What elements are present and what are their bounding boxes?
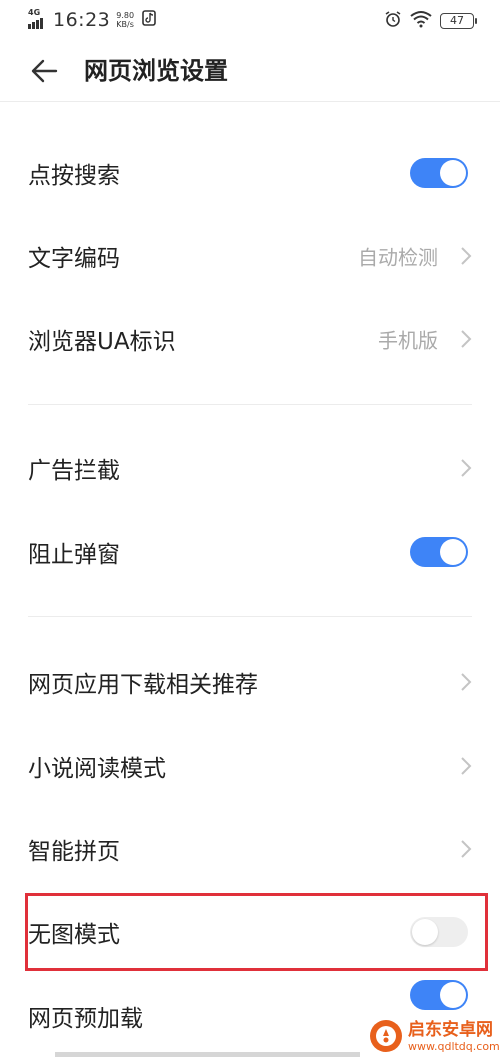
chevron-right-icon <box>460 329 472 349</box>
setting-row-novel-reading-mode[interactable]: 小说阅读模式 <box>0 724 500 808</box>
speed-value: 9.80 <box>116 11 135 20</box>
toggle-knob <box>440 982 466 1008</box>
setting-label: 小说阅读模式 <box>28 756 166 782</box>
chevron-right-icon <box>460 672 472 692</box>
wifi-icon <box>410 10 432 32</box>
network-speed: 9.80 KB/s <box>116 11 134 29</box>
setting-label: 智能拼页 <box>28 839 120 865</box>
setting-value: 自动检测 <box>358 245 438 270</box>
section-divider <box>28 404 472 405</box>
setting-value: 手机版 <box>378 328 438 353</box>
signal-icon: 4G <box>28 8 50 29</box>
chevron-right-icon <box>460 839 472 859</box>
page-preload-toggle[interactable] <box>410 980 468 1010</box>
clock: 16:23 <box>53 9 111 31</box>
back-arrow-icon[interactable] <box>28 57 60 85</box>
setting-row-ad-block[interactable]: 广告拦截 <box>0 426 500 510</box>
tiktok-notification-icon <box>142 10 156 30</box>
setting-row-ua-identifier[interactable]: 浏览器UA标识 手机版 <box>0 297 500 381</box>
setting-label: 点按搜索 <box>28 163 120 189</box>
setting-label: 网页预加载 <box>28 1006 143 1032</box>
setting-row-text-encoding[interactable]: 文字编码 自动检测 <box>0 214 500 298</box>
watermark-url: www.qdltdq.com <box>408 1039 500 1053</box>
status-bar: 4G 16:23 9.80 KB/s 47 <box>0 0 500 40</box>
bottom-bar <box>55 1052 360 1057</box>
chevron-right-icon <box>460 756 472 776</box>
setting-label: 文字编码 <box>28 246 120 272</box>
status-right: 47 <box>384 10 477 32</box>
chevron-right-icon <box>460 458 472 478</box>
watermark-text: 启东安卓网 www.qdltdq.com <box>408 1020 500 1053</box>
alarm-icon <box>384 10 402 32</box>
setting-row-app-download-recommend[interactable]: 网页应用下载相关推荐 <box>0 640 500 724</box>
setting-label: 网页应用下载相关推荐 <box>28 672 258 698</box>
toggle-knob <box>440 160 466 186</box>
page-title: 网页浏览设置 <box>84 57 228 85</box>
battery-indicator: 47 <box>440 13 477 29</box>
section-divider <box>28 616 472 617</box>
setting-label: 阻止弹窗 <box>28 542 120 568</box>
speed-unit: KB/s <box>116 20 134 29</box>
setting-label: 浏览器UA标识 <box>28 329 176 355</box>
highlight-box <box>25 893 488 971</box>
watermark-name: 启东安卓网 <box>408 1019 493 1040</box>
watermark: 启东安卓网 www.qdltdq.com <box>368 1018 500 1054</box>
setting-row-block-popups[interactable]: 阻止弹窗 <box>0 510 500 594</box>
watermark-logo-icon <box>368 1018 404 1054</box>
status-left: 4G 16:23 9.80 KB/s <box>28 9 156 31</box>
app-bar: 网页浏览设置 <box>0 40 500 102</box>
toggle-knob <box>440 539 466 565</box>
setting-row-tap-search[interactable]: 点按搜索 <box>0 131 500 215</box>
network-type: 4G <box>28 8 41 17</box>
setting-row-smart-paging[interactable]: 智能拼页 <box>0 807 500 891</box>
chevron-right-icon <box>460 246 472 266</box>
tap-search-toggle[interactable] <box>410 158 468 188</box>
setting-label: 广告拦截 <box>28 458 120 484</box>
block-popups-toggle[interactable] <box>410 537 468 567</box>
